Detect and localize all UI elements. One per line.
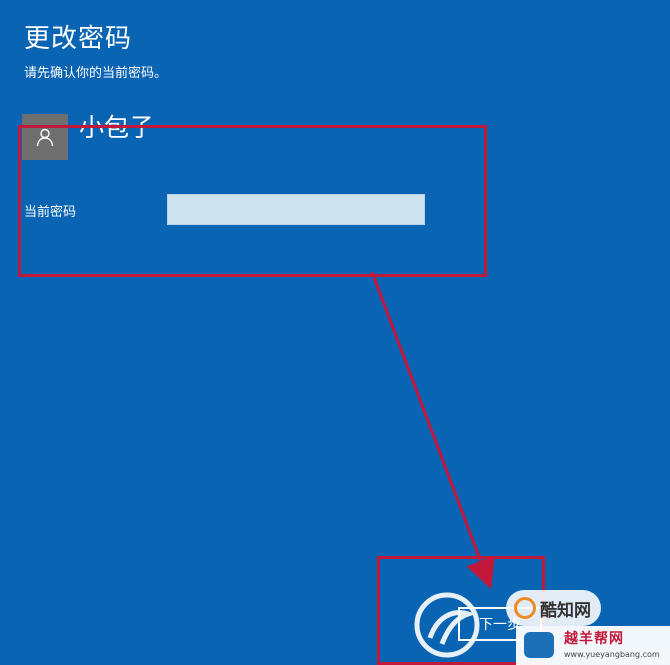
kuzhi-text: 酷知网 <box>540 600 591 621</box>
site-name: 越羊帮网 <box>564 631 624 647</box>
annotation-arrow <box>370 271 495 590</box>
kuzhi-logo-icon <box>514 597 536 619</box>
watermark-kuzhi: 酷知网 <box>506 590 601 626</box>
site-logo-icon <box>524 632 554 658</box>
site-url: www.yueyangbang.com <box>564 650 660 659</box>
watermark-site: 越羊帮网 www.yueyangbang.com <box>516 626 670 665</box>
watermark-swirl-icon <box>414 592 480 658</box>
